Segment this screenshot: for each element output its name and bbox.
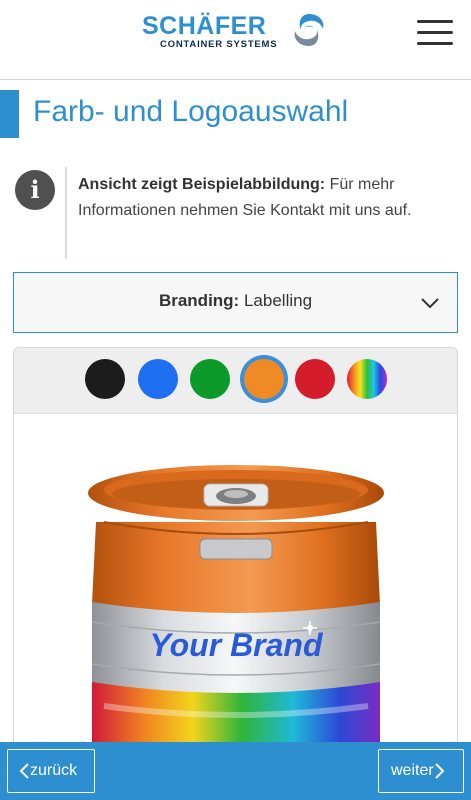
- info-text-bold: Ansicht zeigt Beispielabbildung:: [78, 176, 326, 193]
- logo-wordmark: SCHÄFER: [142, 12, 267, 40]
- info-notice: i Ansicht zeigt Beispielabbildung: Für m…: [0, 167, 471, 259]
- next-button-label: weiter: [391, 762, 434, 779]
- keg-label-text: Your Brand: [149, 627, 324, 663]
- branding-select-text: Branding: Labelling: [14, 291, 457, 311]
- branding-select[interactable]: Branding: Labelling: [13, 272, 458, 333]
- schaefer-logo[interactable]: SCHÄFER CONTAINER SYSTEMS: [142, 12, 332, 56]
- app-header: SCHÄFER CONTAINER SYSTEMS: [0, 0, 471, 80]
- back-button-label: zurück: [30, 762, 78, 779]
- swatch-red[interactable]: [295, 359, 335, 399]
- chevron-left-icon: [19, 763, 29, 779]
- swatch-black[interactable]: [85, 359, 125, 399]
- branding-select-value: Labelling: [243, 291, 313, 310]
- swatch-green[interactable]: [190, 359, 230, 399]
- branding-select-label: Branding:: [158, 291, 240, 310]
- bottom-navigation: zurück weiter: [0, 742, 471, 800]
- chevron-down-icon: [421, 298, 439, 309]
- back-button[interactable]: zurück: [7, 749, 95, 793]
- color-preview-panel: Your Brand: [13, 347, 458, 800]
- hamburger-menu-icon[interactable]: [417, 20, 453, 48]
- chevron-right-icon: [434, 763, 445, 779]
- next-button[interactable]: weiter: [378, 749, 464, 793]
- page-title-bar: Farb- und Logoauswahl: [0, 88, 471, 140]
- page-title: Farb- und Logoauswahl: [33, 95, 349, 128]
- swatch-blue[interactable]: [138, 359, 178, 399]
- color-swatch-bar: [14, 348, 457, 414]
- logo-subtitle: CONTAINER SYSTEMS: [160, 39, 278, 50]
- logo-swirl-icon: [294, 14, 324, 46]
- info-icon: i: [15, 170, 55, 210]
- info-text: Ansicht zeigt Beispielabbildung: Für meh…: [78, 172, 448, 224]
- title-accent-bar: [0, 90, 19, 138]
- info-divider: [65, 167, 67, 259]
- swatch-orange[interactable]: [244, 359, 284, 399]
- swatch-rainbow[interactable]: [347, 359, 387, 399]
